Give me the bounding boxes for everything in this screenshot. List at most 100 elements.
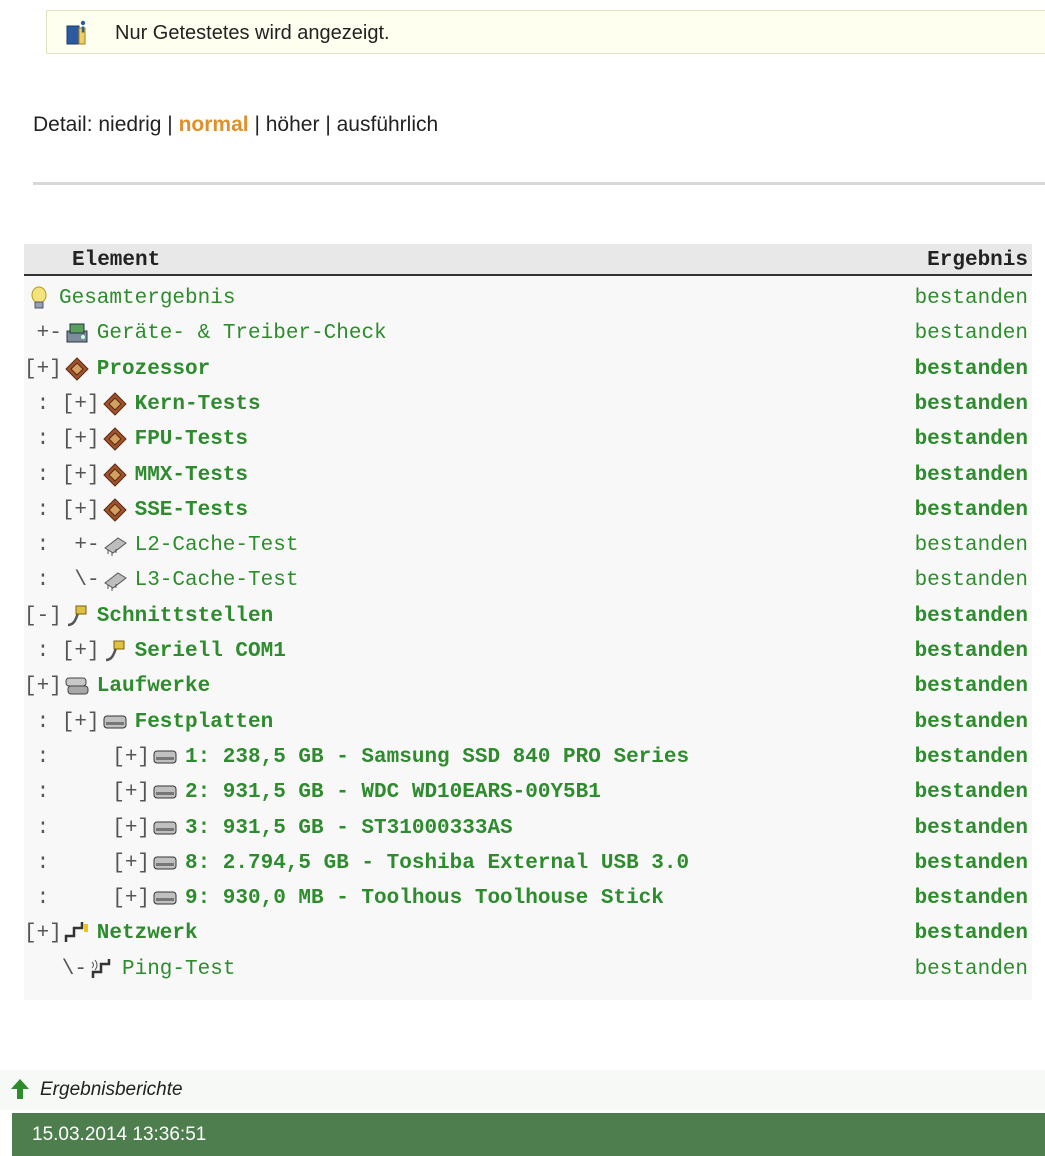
tree-branch-toggle[interactable]: [+] [24, 675, 62, 698]
detail-option-hoeher[interactable]: höher [266, 113, 320, 136]
detail-option-ausfuehrlich[interactable]: ausführlich [337, 113, 439, 136]
tree-branch-toggle: : \- [24, 569, 100, 593]
tree-item-label[interactable]: Ping-Test [122, 958, 235, 981]
result-status: bestanden [914, 534, 1028, 558]
table-row: [+] Netzwerk bestanden [24, 916, 1032, 951]
tree-item-label[interactable]: Geräte- & Treiber-Check [97, 322, 387, 345]
detail-option-niedrig[interactable]: niedrig [98, 113, 161, 136]
detail-separator: | [167, 113, 173, 136]
table-header: Element Ergebnis [24, 244, 1032, 276]
tree-branch-toggle[interactable]: : [+] [24, 393, 100, 416]
processor-icon [102, 497, 128, 523]
tree-item-label[interactable]: Laufwerke [97, 675, 210, 698]
tree-branch-toggle[interactable]: [-] [24, 605, 62, 628]
detail-separator: | [325, 113, 331, 136]
tree-branch-toggle[interactable]: : [+] [24, 817, 150, 840]
hard-disk-icon [152, 850, 178, 876]
tree-item-label[interactable]: Prozessor [97, 358, 210, 381]
result-status: bestanden [914, 322, 1028, 346]
result-status: bestanden [914, 816, 1028, 840]
tree-item-label[interactable]: Festplatten [135, 711, 274, 734]
result-status: bestanden [914, 957, 1028, 981]
tree-item-label[interactable]: 2: 931,5 GB - WDC WD10EARS-00Y5B1 [185, 781, 601, 804]
table-row: : [+] 3: 931,5 GB - ST31000333AS bestanden [24, 811, 1032, 846]
tree-branch-toggle[interactable]: : [+] [24, 887, 150, 910]
tree-item-label[interactable]: 8: 2.794,5 GB - Toshiba External USB 3.0 [185, 852, 689, 875]
drives-icon [64, 673, 90, 699]
info-notice: Nur Getestetes wird angezeigt. [46, 10, 1045, 54]
section-divider [33, 182, 1045, 185]
hard-disk-icon [102, 709, 128, 735]
processor-icon [102, 426, 128, 452]
table-row: : [+] Festplatten bestanden [24, 705, 1032, 740]
tree-branch-toggle: +- [24, 322, 62, 346]
tree-branch-toggle[interactable]: : [+] [24, 746, 150, 769]
table-row: : \- L3-Cache-Test bestanden [24, 563, 1032, 598]
table-row: : [+] 8: 2.794,5 GB - Toshiba External US… [24, 846, 1032, 881]
tree-item-label[interactable]: Schnittstellen [97, 605, 273, 628]
result-tree-table: Element Ergebnis Gesamtergebnis bestanden… [24, 244, 1032, 1000]
tree-item-label[interactable]: L2-Cache-Test [135, 534, 299, 557]
tree-branch-toggle[interactable]: [+] [24, 922, 62, 945]
result-status: bestanden [914, 887, 1028, 911]
memory-chip-icon [102, 567, 128, 593]
hard-disk-icon [152, 744, 178, 770]
table-row: : [+] 2: 931,5 GB - WDC WD10EARS-00Y5B1 be… [24, 775, 1032, 810]
tree-branch-toggle[interactable]: : [+] [24, 781, 150, 804]
detail-level-selector: Detail: niedrig | normal | höher | ausfü… [33, 113, 438, 137]
detail-separator: | [254, 113, 260, 136]
tree-item-label[interactable]: L3-Cache-Test [135, 569, 299, 592]
tree-item-label[interactable]: Gesamtergebnis [59, 287, 235, 310]
notice-text: Nur Getestetes wird angezeigt. [115, 22, 390, 44]
tree-branch-toggle: \- [24, 957, 88, 981]
column-header-element: Element [72, 249, 161, 272]
reports-link[interactable]: Ergebnisberichte [40, 1079, 183, 1101]
tree-item-label[interactable]: 3: 931,5 GB - ST31000333AS [185, 817, 513, 840]
result-status: bestanden [914, 922, 1028, 946]
column-header-result: Ergebnis [927, 249, 1028, 272]
report-timestamp: 15.03.2014 13:36:51 [32, 1124, 207, 1145]
tree-item-label[interactable]: 1: 238,5 GB - Samsung SSD 840 PRO Series [185, 746, 689, 769]
tree-item-label[interactable]: Seriell COM1 [135, 640, 286, 663]
table-row: : [+] MMX-Tests bestanden [24, 458, 1032, 493]
serial-cable-icon [64, 603, 90, 629]
tree-branch-toggle[interactable]: : [+] [24, 428, 100, 451]
table-row: [+] Laufwerke bestanden [24, 669, 1032, 704]
tree-item-label[interactable]: Netzwerk [97, 922, 198, 945]
result-status: bestanden [914, 781, 1028, 805]
table-row: : [+] FPU-Tests bestanden [24, 422, 1032, 457]
info-book-icon [65, 20, 89, 51]
table-row: [+] Prozessor bestanden [24, 352, 1032, 387]
footer-bar: 15.03.2014 13:36:51 [12, 1113, 1045, 1156]
reports-bar: Ergebnisberichte [0, 1070, 1045, 1110]
arrow-up-icon [10, 1078, 30, 1105]
tree-branch-toggle[interactable]: : [+] [24, 499, 100, 522]
result-status: bestanden [914, 745, 1028, 769]
tree-item-label[interactable]: Kern-Tests [135, 393, 261, 416]
result-status: bestanden [914, 569, 1028, 593]
table-row: Gesamtergebnis bestanden [24, 281, 1032, 316]
table-row: : [+] 1: 238,5 GB - Samsung SSD 840 PRO S… [24, 740, 1032, 775]
processor-icon [102, 462, 128, 488]
table-row: : +- L2-Cache-Test bestanden [24, 528, 1032, 563]
tree-item-label[interactable]: 9: 930,0 MB - Toolhous Toolhouse Stick [185, 887, 664, 910]
result-status: bestanden [914, 287, 1028, 310]
detail-option-normal[interactable]: normal [179, 113, 249, 136]
tree-item-label[interactable]: FPU-Tests [135, 428, 248, 451]
tree-branch-toggle[interactable]: : [+] [24, 711, 100, 734]
tree-branch-toggle[interactable]: : [+] [24, 464, 100, 487]
tree-branch-toggle[interactable]: [+] [24, 358, 62, 381]
table-row: : [+] 9: 930,0 MB - Toolhous Toolhouse St… [24, 881, 1032, 916]
tree-item-label[interactable]: SSE-Tests [135, 499, 248, 522]
result-status: bestanden [914, 640, 1028, 663]
tree-branch-toggle[interactable]: : [+] [24, 852, 150, 875]
table-row: : [+] Kern-Tests bestanden [24, 387, 1032, 422]
lightbulb-icon [26, 285, 52, 311]
table-row: \- Ping-Test bestanden [24, 952, 1032, 987]
result-status: bestanden [914, 675, 1028, 699]
tree-item-label[interactable]: MMX-Tests [135, 464, 248, 487]
result-status: bestanden [914, 357, 1028, 381]
result-status: bestanden [914, 463, 1028, 487]
tree-branch-toggle[interactable]: : [+] [24, 640, 100, 663]
table-row: [-] Schnittstellen bestanden [24, 599, 1032, 634]
